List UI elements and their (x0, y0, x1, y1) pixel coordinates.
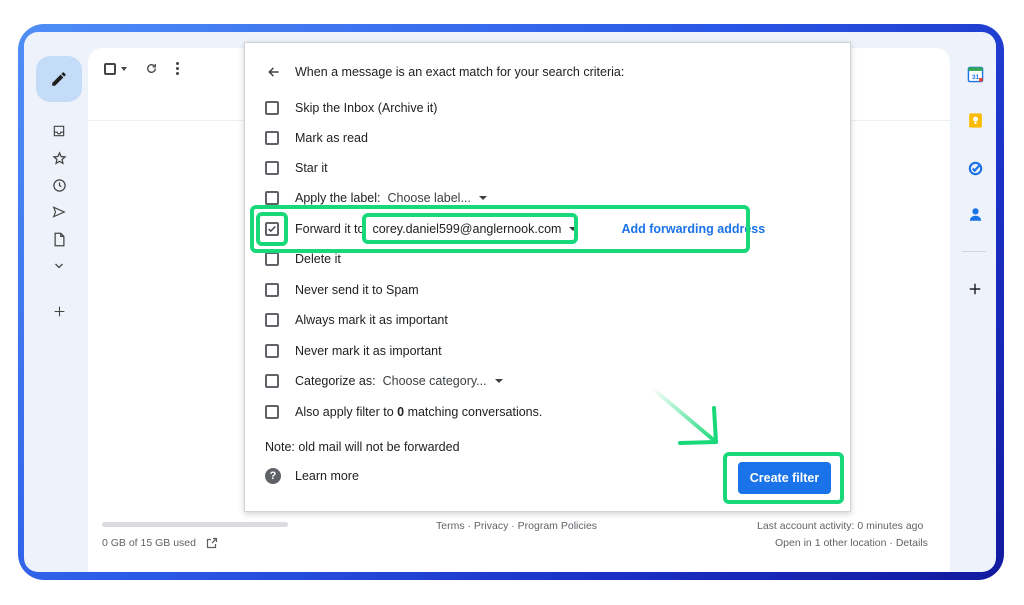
inbox-icon[interactable] (49, 121, 69, 141)
dialog-header: When a message is an exact match for you… (267, 65, 624, 79)
option-mark-read[interactable]: Mark as read (265, 128, 368, 148)
more-vert-icon[interactable] (176, 62, 179, 75)
option-never-spam[interactable]: Never send it to Spam (265, 280, 419, 300)
left-nav-rail (24, 32, 94, 572)
categorize-label: Categorize as: (295, 374, 376, 388)
caret-down-icon (494, 379, 503, 383)
file-icon[interactable] (49, 229, 69, 249)
forward-address-select[interactable]: corey.daniel599@anglernook.com (372, 222, 578, 236)
svg-text:31: 31 (971, 73, 979, 80)
mail-toolbar (104, 62, 179, 75)
also-apply-checkbox[interactable] (265, 405, 279, 419)
plus-icon[interactable] (49, 301, 69, 321)
option-skip-inbox[interactable]: Skip the Inbox (Archive it) (265, 98, 437, 118)
rail-divider (962, 251, 986, 252)
option-apply-label[interactable]: Apply the label: Choose label... (265, 188, 487, 208)
option-categorize[interactable]: Categorize as: Choose category... (265, 371, 503, 391)
skip-inbox-label: Skip the Inbox (Archive it) (295, 101, 438, 115)
never-important-label: Never mark it as important (295, 344, 442, 358)
contacts-icon[interactable] (966, 205, 984, 223)
back-arrow-icon[interactable] (267, 65, 281, 79)
category-select[interactable]: Choose category... (383, 374, 503, 388)
send-icon[interactable] (49, 202, 69, 222)
filter-actions-dialog: When a message is an exact match for you… (244, 42, 851, 512)
open-external-icon[interactable] (206, 537, 218, 549)
option-star[interactable]: Star it (265, 158, 328, 178)
also-apply-post: matching conversations. (404, 405, 543, 419)
clock-icon[interactable] (49, 175, 69, 195)
caret-down-icon (569, 227, 578, 231)
option-forward[interactable]: Forward it to corey.daniel599@anglernook… (265, 219, 765, 239)
forward-note: Note: old mail will not be forwarded (265, 440, 460, 454)
forward-checkbox[interactable] (265, 222, 279, 236)
caret-down-icon (478, 196, 487, 200)
matching-count: 0 (397, 405, 405, 419)
footer-links[interactable]: Terms · Privacy · Program Policies (436, 520, 597, 532)
never-spam-checkbox[interactable] (265, 283, 279, 297)
always-important-checkbox[interactable] (265, 313, 279, 327)
refresh-icon[interactable] (145, 62, 158, 75)
help-icon: ? (265, 468, 281, 484)
keep-icon[interactable] (966, 111, 984, 129)
label-select[interactable]: Choose label... (387, 191, 487, 205)
delete-checkbox[interactable] (265, 252, 279, 266)
categorize-checkbox[interactable] (265, 374, 279, 388)
forward-label: Forward it to (295, 222, 365, 236)
side-panel-rail: 31 (952, 32, 996, 572)
learn-more-link[interactable]: Learn more (295, 469, 359, 483)
apply-label-label: Apply the label: (295, 191, 381, 205)
create-filter-button[interactable]: Create filter (738, 462, 831, 494)
pencil-icon (52, 72, 66, 86)
option-delete[interactable]: Delete it (265, 249, 341, 269)
chevron-down-icon[interactable] (49, 256, 69, 276)
tasks-icon[interactable] (966, 159, 984, 177)
mark-read-label: Mark as read (295, 131, 368, 145)
storage-info: 0 GB of 15 GB used (102, 537, 218, 549)
checkmark-icon (268, 225, 276, 233)
also-apply-pre: Also apply filter to (295, 405, 398, 419)
star-icon[interactable] (49, 148, 69, 168)
forward-address-value: corey.daniel599@anglernook.com (372, 222, 562, 236)
learn-more-row[interactable]: ? Learn more (265, 468, 359, 484)
dialog-heading: When a message is an exact match for you… (295, 65, 625, 79)
calendar-icon[interactable]: 31 (966, 65, 984, 83)
mark-read-checkbox[interactable] (265, 131, 279, 145)
apply-label-checkbox[interactable] (265, 191, 279, 205)
never-spam-label: Never send it to Spam (295, 283, 419, 297)
storage-bar (102, 522, 288, 527)
option-always-important[interactable]: Always mark it as important (265, 310, 448, 330)
star-label: Star it (295, 161, 328, 175)
skip-inbox-checkbox[interactable] (265, 101, 279, 115)
star-checkbox[interactable] (265, 161, 279, 175)
storage-text: 0 GB of 15 GB used (102, 537, 196, 549)
never-important-checkbox[interactable] (265, 344, 279, 358)
delete-label: Delete it (295, 252, 341, 266)
other-location[interactable]: Open in 1 other location · Details (775, 537, 928, 549)
category-select-value: Choose category... (382, 374, 487, 388)
compose-button[interactable] (36, 56, 82, 102)
last-activity: Last account activity: 0 minutes ago (757, 520, 924, 532)
pointer-arrow-icon (650, 386, 718, 445)
always-important-label: Always mark it as important (295, 313, 448, 327)
select-all-checkbox[interactable] (104, 62, 127, 75)
option-never-important[interactable]: Never mark it as important (265, 341, 442, 361)
add-forwarding-link[interactable]: Add forwarding address (621, 222, 765, 236)
plus-icon[interactable] (966, 280, 984, 298)
option-also-apply[interactable]: Also apply filter to 0 matching conversa… (265, 402, 542, 422)
label-select-value: Choose label... (387, 191, 471, 205)
